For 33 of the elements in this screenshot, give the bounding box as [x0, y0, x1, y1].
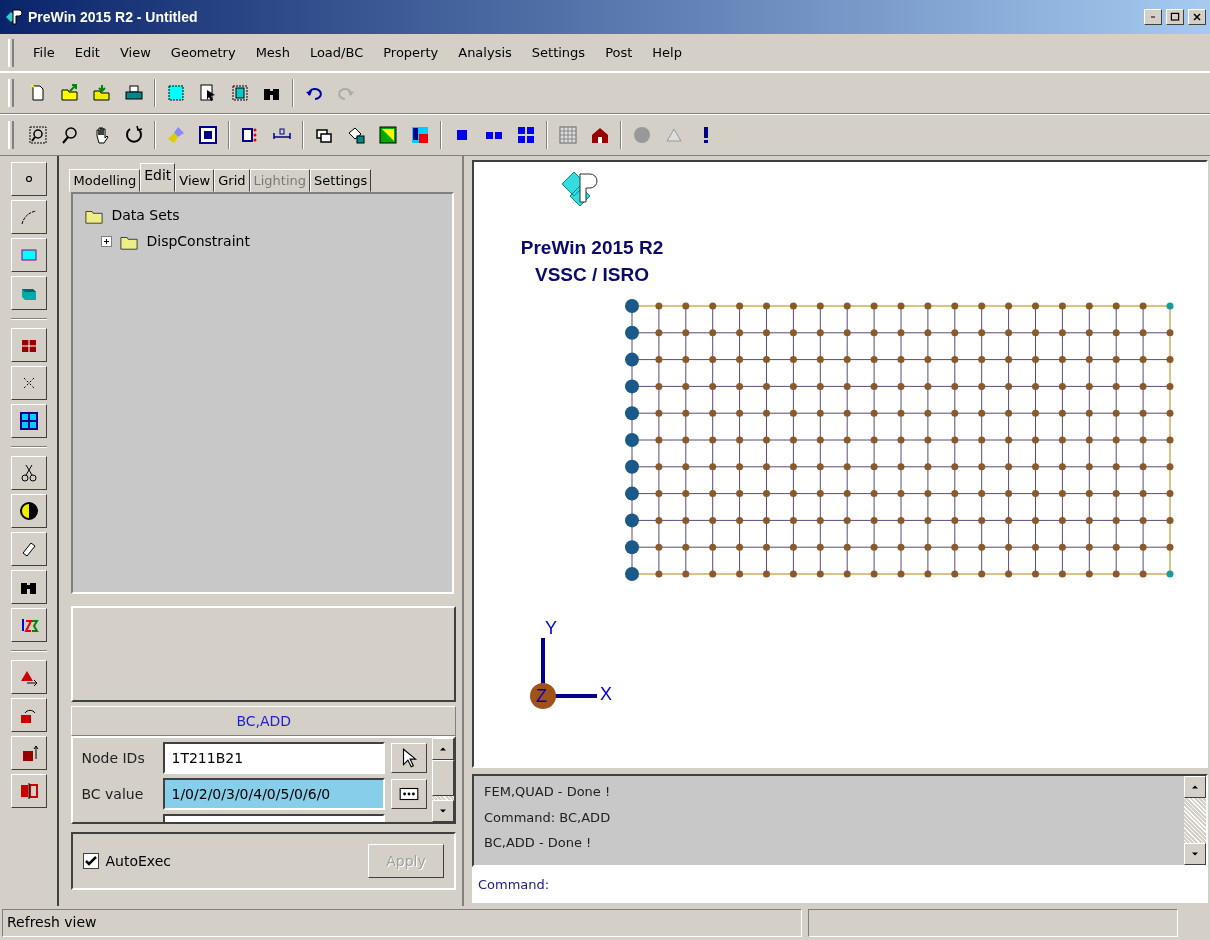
autoexec-checkbox[interactable]: AutoExec	[83, 850, 171, 872]
field-label: Node IDs	[81, 748, 146, 768]
menu-item[interactable]: Analysis	[449, 40, 521, 65]
tab[interactable]: Edit	[140, 163, 176, 192]
input-field[interactable]: 1/0/2/0/3/0/4/0/5/0/6/0	[163, 778, 386, 810]
menu-item[interactable]: Edit	[65, 40, 109, 65]
menu-item[interactable]: Settings	[522, 40, 595, 65]
message-line: Command: BC,ADD	[484, 808, 612, 827]
menu-item[interactable]: Help	[643, 40, 691, 65]
menu-item[interactable]: Post	[596, 40, 642, 65]
menu-item[interactable]: File	[24, 40, 64, 65]
tab[interactable]: View	[175, 168, 215, 192]
logo-text: PreWin 2015 R2	[520, 237, 664, 258]
menu-item[interactable]: Property	[374, 40, 448, 65]
tab[interactable]: Settings	[310, 168, 372, 192]
status-text: Refresh view	[2, 909, 802, 937]
tree-item[interactable]: DispConstraint	[146, 230, 250, 252]
axes-drawing: Y Z X	[530, 618, 612, 709]
tab[interactable]: Modelling	[69, 168, 141, 192]
menu-item[interactable]: Load/BC	[300, 40, 373, 65]
menu-item[interactable]: Geometry	[161, 40, 245, 65]
menu-item[interactable]: Mesh	[246, 40, 299, 65]
input-field[interactable]: 1T211B21	[163, 742, 386, 774]
message-line: BC,ADD - Done !	[484, 834, 593, 852]
tab[interactable]: Grid	[214, 168, 250, 192]
window-title: PreWin 2015 R2 - Untitled	[28, 7, 199, 27]
tree-item[interactable]: Data Sets	[111, 204, 180, 226]
message-line: FEM,QUAD - Done !	[484, 783, 612, 801]
field-label: BC value	[81, 784, 145, 804]
command-label: Command:	[478, 876, 550, 895]
logo-text: VSSC / ISRO	[535, 264, 649, 285]
menu-item[interactable]: View	[110, 40, 160, 65]
form-title: BC,ADD	[71, 706, 456, 736]
